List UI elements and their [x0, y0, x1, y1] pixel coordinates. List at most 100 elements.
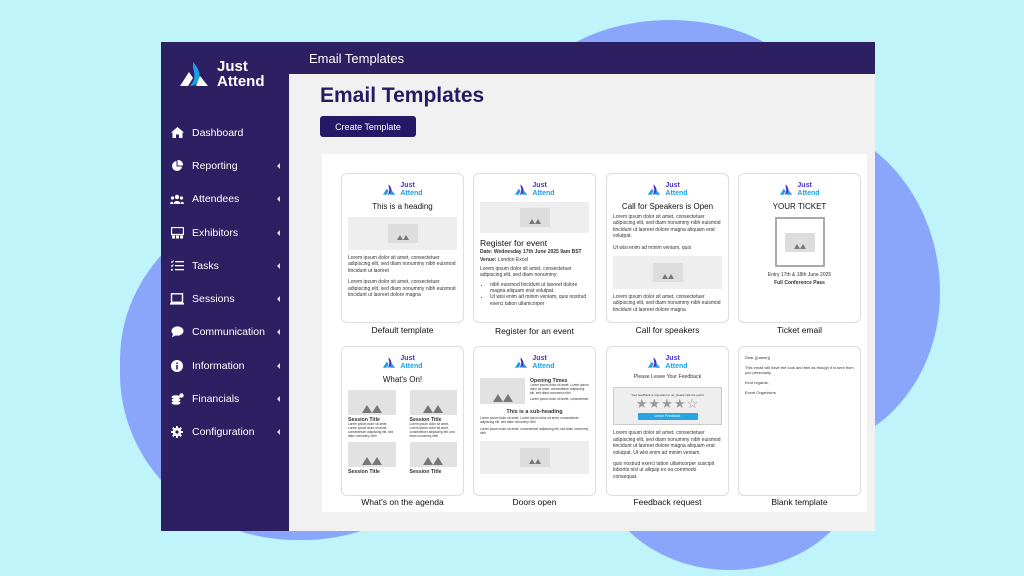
- content: Email Templates Create Template Just Atte…: [289, 74, 875, 531]
- ticket-entry: Entry 17th & 18th June 2025: [767, 272, 832, 278]
- sidebar-item-communication[interactable]: Communication: [161, 316, 289, 349]
- card-paragraph: Lorem ipsum dolor sit amet, consectetuer…: [348, 255, 456, 274]
- sidebar-item-label: Communication: [192, 326, 265, 339]
- card-heading: YOUR TICKET: [772, 202, 827, 211]
- image-placeholder: [480, 202, 589, 233]
- caret-left-icon: [277, 262, 280, 269]
- sidebar-nav: Dashboard Reporting Attendees Exhibitors…: [161, 116, 289, 449]
- template-label[interactable]: Blank template: [738, 497, 861, 507]
- card-logo: Just Attend: [613, 182, 722, 197]
- image-icon: [348, 441, 396, 467]
- template-card-feedback[interactable]: Just Attend Please Leave Your Feedback Yo…: [606, 346, 729, 496]
- star-rating[interactable]: ★★★★☆: [617, 397, 718, 411]
- card-paragraph: Lorem ipsum dolor sit amet, consectetuer…: [613, 214, 721, 240]
- app-window: Just Attend Dashboard Reporting Attendee…: [161, 42, 875, 531]
- template-card-speakers[interactable]: Just Attend Call for Speakers is Open Lor…: [606, 173, 729, 323]
- sidebar-item-label: Exhibitors: [192, 226, 239, 239]
- template-label[interactable]: Feedback request: [606, 497, 729, 507]
- signoff: Event Organisers: [745, 390, 776, 395]
- sidebar: Just Attend Dashboard Reporting Attendee…: [161, 42, 289, 531]
- image-icon: [348, 390, 396, 415]
- session-item: Session Title: [409, 441, 457, 475]
- logo-line1: Just: [217, 58, 248, 75]
- template-card-ticket[interactable]: Just Attend YOUR TICKET Entry 17th & 18th…: [738, 173, 861, 323]
- card-paragraph: Lorem ipsum dolor sit amet, consectetuer…: [480, 265, 572, 279]
- templates-panel: Just Attend This is a heading Lorem ipsum…: [322, 154, 867, 512]
- card-paragraph: Lorem ipsum dolor sit amet, Lorem ipsum …: [480, 416, 579, 425]
- card-paragraph: Lorem ipsum dolor sit amet, consectetuer…: [348, 279, 456, 299]
- leave-feedback-button[interactable]: Leave Feedback: [637, 413, 698, 421]
- sidebar-item-label: Financials: [192, 393, 240, 406]
- sidebar-item-attendees[interactable]: Attendees: [161, 183, 289, 216]
- template-card-agenda[interactable]: Just Attend What's On! Session Title Lore…: [341, 346, 464, 496]
- caret-left-icon: [277, 162, 280, 169]
- sidebar-item-label: Dashboard: [192, 126, 244, 139]
- logo-line2: Attend: [400, 189, 423, 197]
- card-logo: Just Attend: [480, 355, 589, 370]
- template-card-blank[interactable]: Dear {{name}} This email will have the l…: [738, 346, 861, 496]
- session-text: Lorem ipsum dolor sit amet, Lorem ipsum …: [409, 422, 455, 438]
- sidebar-item-reporting[interactable]: Reporting: [161, 149, 289, 182]
- card-heading: Register for event: [480, 238, 548, 248]
- home-icon: [170, 127, 184, 139]
- image-icon: [409, 441, 457, 467]
- logo-line2: Attend: [797, 189, 820, 197]
- session-title: Session Title: [409, 468, 442, 475]
- card-logo: Just Attend: [348, 182, 457, 197]
- sidebar-item-information[interactable]: Information: [161, 349, 289, 382]
- sidebar-item-tasks[interactable]: Tasks: [161, 249, 289, 282]
- logo-line1: Just: [665, 182, 680, 189]
- sidebar-item-configuration[interactable]: Configuration: [161, 416, 289, 449]
- info-icon: [170, 359, 184, 372]
- card-heading: What's On!: [382, 375, 423, 384]
- template-label[interactable]: Default template: [341, 325, 464, 335]
- sidebar-item-financials[interactable]: Financials: [161, 382, 289, 415]
- side-text: Lorem ipsum dolor sit amet, Lorem ipsum …: [530, 383, 589, 395]
- logo-line1: Just: [665, 355, 680, 362]
- caret-left-icon: [277, 429, 280, 436]
- sidebar-item-dashboard[interactable]: Dashboard: [161, 116, 289, 149]
- logo-icon: [383, 184, 396, 195]
- sidebar-item-label: Sessions: [192, 293, 235, 306]
- side-text: Lorem ipsum dolor sit amet, consectetuer: [530, 397, 589, 402]
- caret-left-icon: [277, 362, 280, 369]
- pie-chart-icon: [170, 159, 184, 172]
- sidebar-item-label: Information: [192, 359, 245, 372]
- topbar-title: Email Templates: [309, 50, 405, 66]
- coins-icon: [170, 393, 184, 405]
- event-date: Date: Wednesday 17th June 2025 9am BST: [480, 249, 582, 255]
- logo[interactable]: Just Attend: [178, 59, 265, 89]
- template-card-doors-open[interactable]: Just Attend Opening Times Lorem ipsum dol…: [473, 346, 596, 496]
- venue-label: Venue:: [480, 257, 497, 264]
- template-label[interactable]: Call for speakers: [606, 325, 729, 335]
- logo-line2: Attend: [665, 189, 688, 197]
- logo-line2: Attend: [665, 362, 688, 370]
- sidebar-item-exhibitors[interactable]: Exhibitors: [161, 216, 289, 249]
- exhibitors-icon: [170, 226, 184, 239]
- card-paragraph: Ut wisi enim ad minim veniam, quis: [613, 244, 692, 251]
- create-template-button[interactable]: Create Template: [320, 116, 416, 137]
- ticket-pass: Full Conference Pass: [774, 280, 825, 287]
- venue-value: London Excel: [497, 257, 529, 264]
- session-item: Session Title: [348, 441, 396, 475]
- laptop-icon: [170, 293, 184, 305]
- page-title: Email Templates: [320, 84, 485, 107]
- caret-left-icon: [277, 229, 280, 236]
- session-item: Session Title Lorem ipsum dolor sit amet…: [348, 390, 396, 439]
- template-card-default[interactable]: Just Attend This is a heading Lorem ipsum…: [341, 173, 464, 323]
- template-label[interactable]: What's on the agenda: [341, 497, 464, 507]
- logo-line1: Just: [400, 355, 415, 362]
- sidebar-item-sessions[interactable]: Sessions: [161, 282, 289, 315]
- tasks-icon: [170, 260, 184, 272]
- template-label[interactable]: Doors open: [473, 497, 596, 507]
- regards: Kind regards,: [745, 380, 769, 385]
- bullet-item: Ut wisi enim ad minim veniam, quis nostr…: [490, 294, 589, 307]
- feedback-box: Your feedback is important to us, please…: [613, 387, 722, 426]
- caret-left-icon: [277, 329, 280, 336]
- sidebar-item-label: Reporting: [192, 159, 238, 172]
- session-title: Session Title: [348, 468, 380, 475]
- template-label[interactable]: Register for an event: [473, 326, 596, 336]
- template-card-register[interactable]: Just Attend Register for event Date: Wedn…: [473, 173, 596, 323]
- template-label[interactable]: Ticket email: [738, 325, 861, 335]
- sidebar-item-label: Tasks: [192, 259, 219, 272]
